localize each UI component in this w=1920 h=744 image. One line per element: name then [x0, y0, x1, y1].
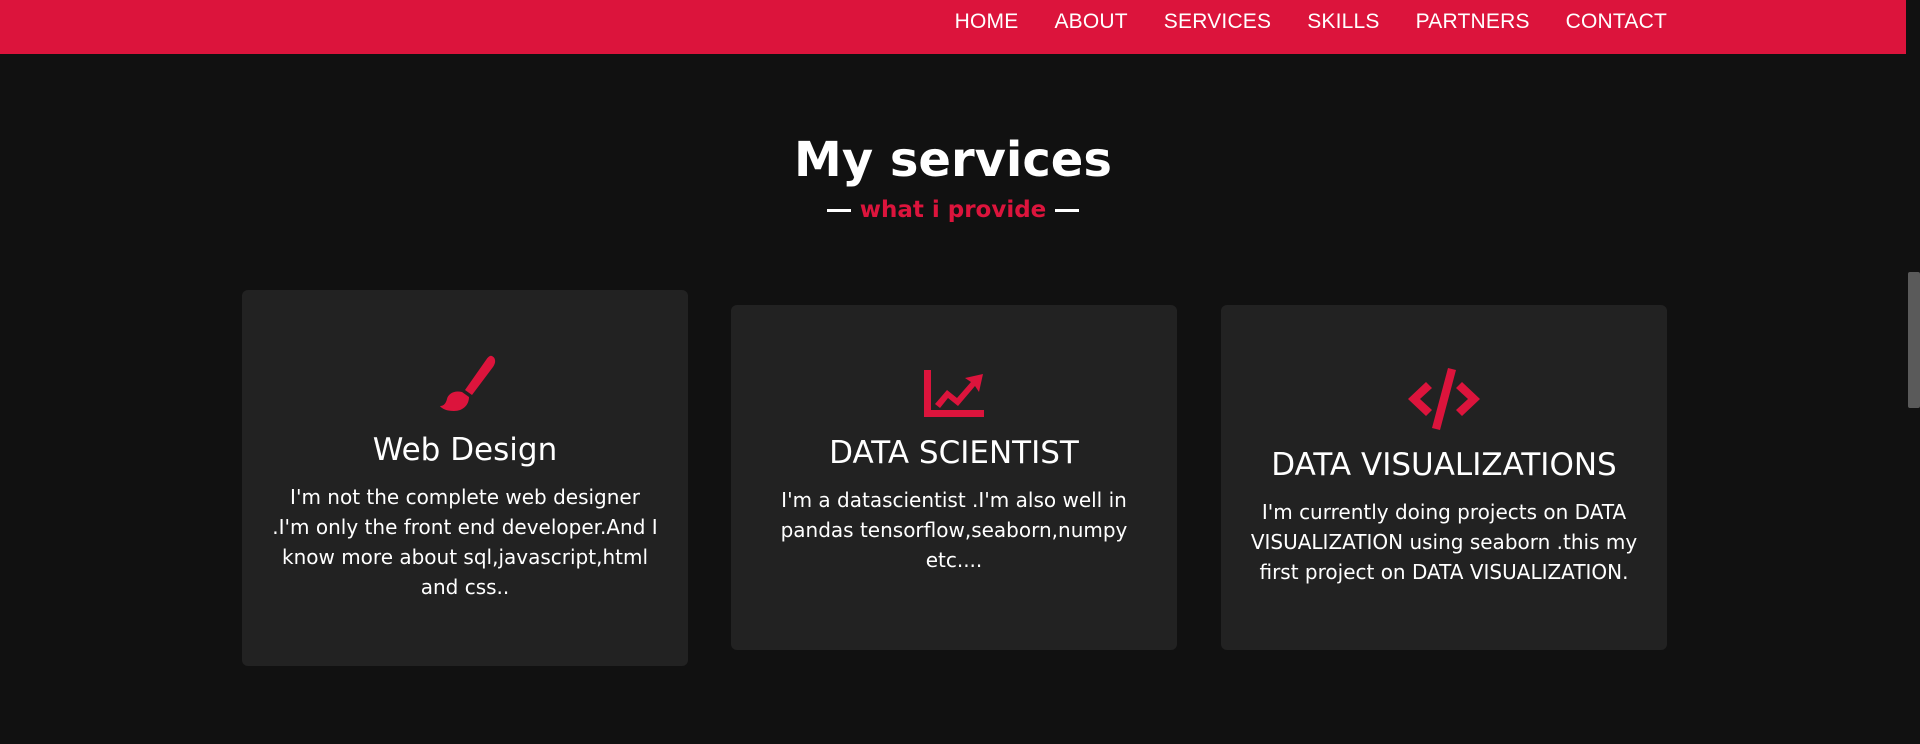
- section-subtitle-text: what i provide: [859, 197, 1047, 223]
- card-text: I'm not the complete web designer .I'm o…: [272, 485, 658, 599]
- card-text: I'm currently doing projects on DATA VIS…: [1250, 500, 1638, 584]
- chart-line-icon: [924, 370, 984, 417]
- nav-link-contact[interactable]: CONTACT: [1566, 10, 1667, 33]
- code-icon: [1408, 368, 1480, 430]
- nav-link-services[interactable]: SERVICES: [1164, 10, 1271, 33]
- nav-link-about[interactable]: ABOUT: [1054, 10, 1127, 33]
- nav-link-home[interactable]: HOME: [955, 10, 1019, 33]
- card-title: DATA SCIENTIST: [829, 435, 1079, 471]
- nav-menu: HOME ABOUT SERVICES SKILLS PARTNERS CONT…: [919, 0, 1667, 44]
- paint-brush-icon: [440, 355, 496, 411]
- service-card-data-scientist[interactable]: DATA SCIENTIST I'm a datascientist .I'm …: [731, 305, 1177, 650]
- scrollbar-thumb[interactable]: [1908, 272, 1920, 408]
- service-card-data-visualizations[interactable]: DATA VISUALIZATIONS I'm currently doing …: [1221, 305, 1667, 650]
- card-text: I'm a datascientist .I'm also well in pa…: [780, 488, 1128, 572]
- nav-link-skills[interactable]: SKILLS: [1307, 10, 1379, 33]
- top-navbar: HOME ABOUT SERVICES SKILLS PARTNERS CONT…: [0, 0, 1906, 54]
- right-dash: [1055, 209, 1080, 212]
- vertical-scrollbar[interactable]: [1906, 0, 1920, 744]
- service-card-web-design[interactable]: Web Design I'm not the complete web desi…: [242, 290, 688, 666]
- nav-link-partners[interactable]: PARTNERS: [1416, 10, 1530, 33]
- card-title: DATA VISUALIZATIONS: [1271, 447, 1617, 483]
- left-dash: [826, 209, 851, 212]
- section-title: My services: [794, 132, 1112, 188]
- card-title: Web Design: [372, 432, 558, 468]
- section-subtitle: what i provide: [0, 193, 1906, 227]
